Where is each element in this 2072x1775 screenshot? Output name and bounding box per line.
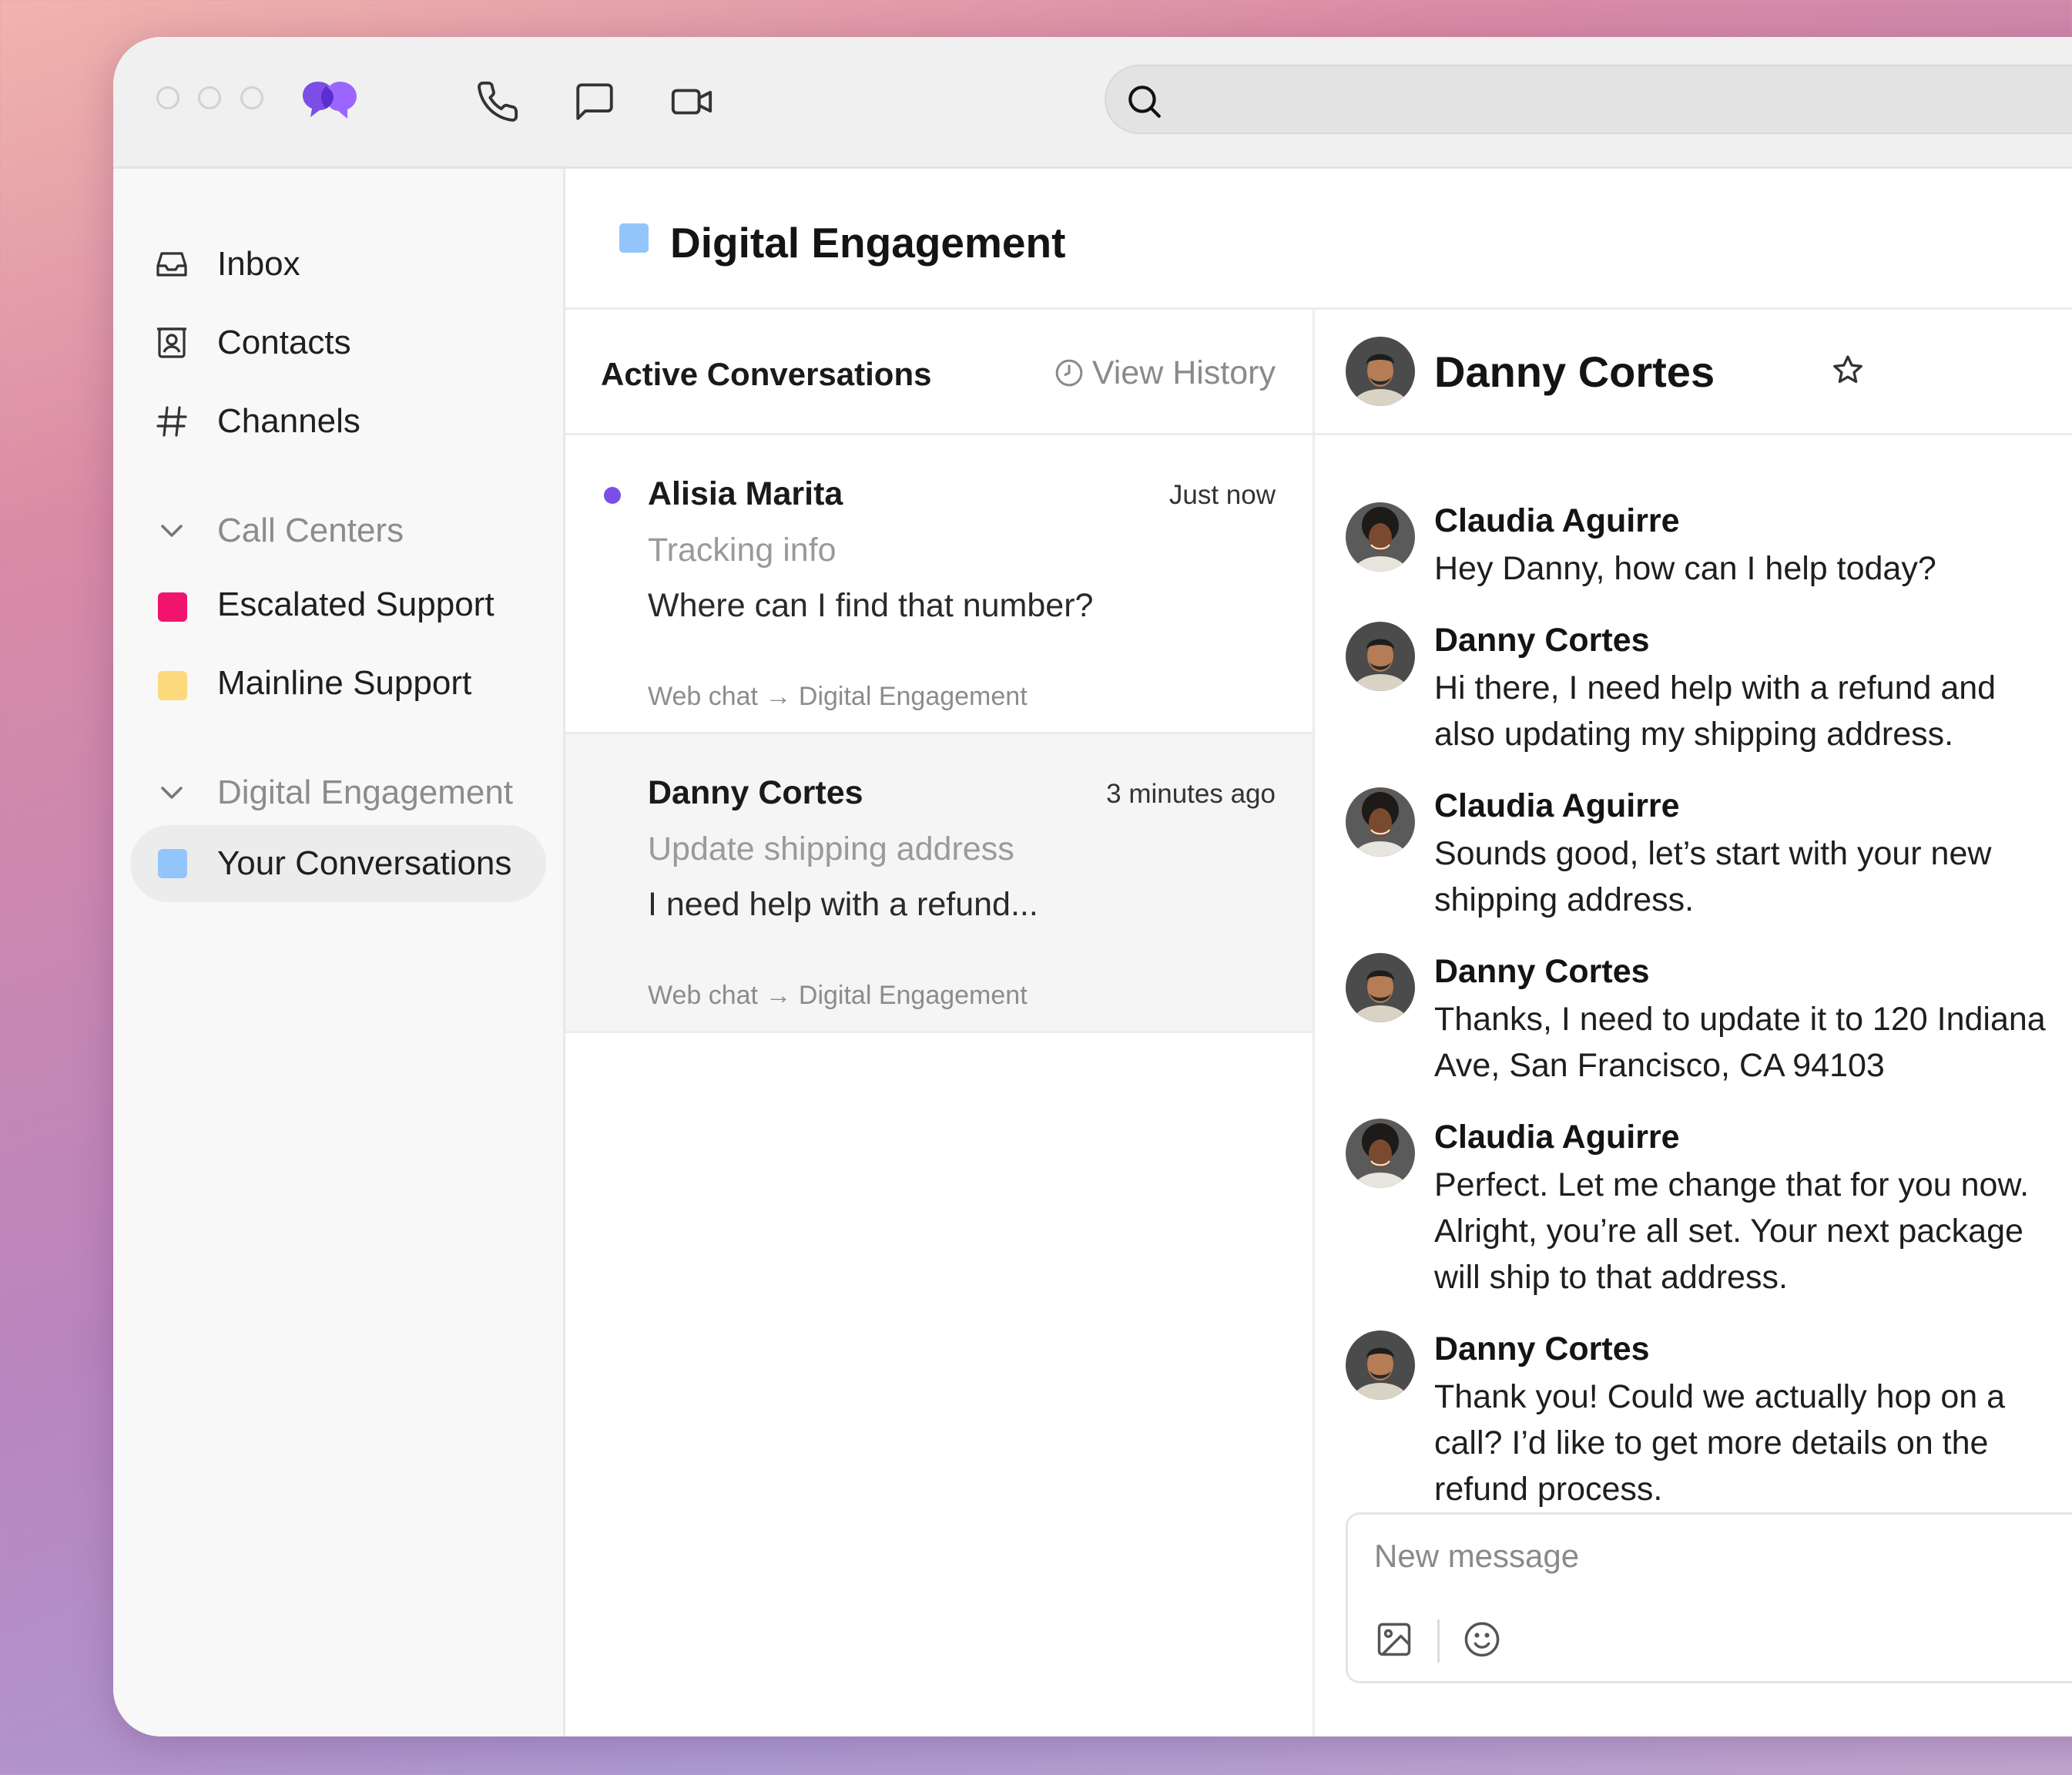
avatar[interactable]: [1346, 337, 1415, 406]
list-title: Active Conversations: [601, 356, 932, 392]
avatar: [1346, 953, 1415, 1022]
message-input-placeholder[interactable]: New message: [1374, 1538, 1579, 1575]
sidebar-item-your-conversations[interactable]: Your Conversations: [130, 825, 546, 902]
conversation-list: Active Conversations View History Alisia…: [565, 310, 1315, 1736]
group-label: Digital Engagement: [217, 773, 514, 811]
search-icon: [1125, 82, 1163, 120]
sidebar-item-label: Inbox: [217, 245, 300, 283]
chat-icon[interactable]: [572, 79, 617, 124]
conversation-route: Web chat → Digital Engagement: [648, 682, 1028, 711]
avatar: [1346, 502, 1415, 572]
star-outline-icon[interactable]: [1831, 353, 1865, 387]
sidebar-item-label: Mainline Support: [217, 664, 472, 702]
search-input[interactable]: [1105, 65, 2072, 134]
chevron-down-icon: [153, 774, 190, 811]
title-bar: [113, 37, 2072, 169]
message-sender: Danny Cortes: [1434, 622, 1650, 659]
conversation-preview: Where can I find that number?: [648, 587, 1094, 624]
message-text: Hi there, I need help with a refund and …: [1434, 669, 1997, 753]
message-text: Thanks, I need to update it to 120 India…: [1434, 1001, 2046, 1084]
conversation-item[interactable]: Danny Cortes 3 minutes ago Update shippi…: [565, 734, 1313, 1033]
app-logo-icon: [300, 77, 361, 120]
conversation-name: Danny Cortes: [648, 774, 863, 811]
message-composer[interactable]: New message: [1346, 1512, 2072, 1683]
clock-icon: [1054, 357, 1085, 388]
view-history-link[interactable]: View History: [1054, 354, 1276, 391]
video-icon[interactable]: [669, 79, 714, 124]
chat-contact-name: Danny Cortes: [1434, 347, 1715, 396]
composer-divider: [1437, 1619, 1440, 1663]
message-sender: Claudia Aguirre: [1434, 787, 1680, 824]
avatar: [1346, 787, 1415, 857]
sidebar-item-escalated-support[interactable]: Escalated Support: [113, 574, 545, 636]
chevron-down-icon: [153, 512, 190, 549]
conversation-subject: Update shipping address: [648, 830, 1014, 867]
conversation-time: 3 minutes ago: [1106, 779, 1276, 809]
window-close-button[interactable]: [156, 86, 179, 109]
image-icon[interactable]: [1374, 1619, 1414, 1659]
chat-header: Danny Cortes: [1315, 310, 2072, 435]
conversation-route: Web chat → Digital Engagement: [648, 981, 1028, 1010]
message-sender: Claudia Aguirre: [1434, 502, 1680, 539]
inbox-icon: [153, 246, 190, 283]
message-sender: Danny Cortes: [1434, 1330, 1650, 1367]
message-text: Perfect. Let me change that for you now.…: [1434, 1166, 2030, 1296]
group-digital-engagement[interactable]: Digital Engagement: [113, 762, 545, 824]
avatar: [1346, 1119, 1415, 1188]
group-call-centers[interactable]: Call Centers: [113, 500, 545, 562]
emoji-icon[interactable]: [1462, 1619, 1502, 1659]
sidebar-item-label: Contacts: [217, 324, 351, 361]
contacts-icon: [153, 324, 190, 361]
conversation-subject: Tracking info: [648, 532, 837, 569]
window-minimize-button[interactable]: [198, 86, 221, 109]
avatar: [1346, 1330, 1415, 1400]
message-text: Hey Danny, how can I help today?: [1434, 550, 1936, 587]
app-window: Inbox Contacts Channels Call Centers Esc…: [113, 37, 2072, 1736]
sidebar-item-channels[interactable]: Channels: [113, 391, 545, 452]
color-swatch: [158, 849, 187, 878]
window-zoom-button[interactable]: [240, 86, 263, 109]
message-sender: Danny Cortes: [1434, 953, 1650, 990]
hash-icon: [153, 403, 190, 440]
sidebar-item-contacts[interactable]: Contacts: [113, 312, 545, 374]
color-swatch: [158, 592, 187, 622]
message-text: Thank you! Could we actually hop on a ca…: [1434, 1378, 2006, 1508]
conversation-item[interactable]: Alisia Marita Just now Tracking info Whe…: [565, 435, 1313, 734]
conversation-time: Just now: [1168, 480, 1276, 510]
sidebar-item-inbox[interactable]: Inbox: [113, 233, 545, 295]
unread-dot: [604, 487, 621, 504]
message-text: Sounds good, let’s start with your new s…: [1434, 835, 1992, 918]
sidebar-item-label: Channels: [217, 402, 360, 440]
page-title: Digital Engagement: [670, 219, 1066, 267]
phone-icon[interactable]: [475, 79, 520, 124]
sidebar-item-label: Escalated Support: [217, 586, 495, 623]
sidebar-item-mainline-support[interactable]: Mainline Support: [113, 653, 545, 714]
sidebar: Inbox Contacts Channels Call Centers Esc…: [113, 169, 565, 1736]
color-swatch: [158, 671, 187, 700]
message-sender: Claudia Aguirre: [1434, 1119, 1680, 1156]
conversation-list-header: Active Conversations View History: [565, 310, 1313, 435]
sidebar-item-label: Your Conversations: [217, 844, 512, 882]
view-history-label: View History: [1091, 354, 1276, 391]
conversation-preview: I need help with a refund...: [648, 886, 1038, 923]
channel-color-square: [619, 223, 649, 253]
avatar: [1346, 622, 1415, 691]
group-label: Call Centers: [217, 512, 404, 549]
conversation-name: Alisia Marita: [648, 475, 843, 512]
page-header: Digital Engagement: [565, 169, 2072, 310]
